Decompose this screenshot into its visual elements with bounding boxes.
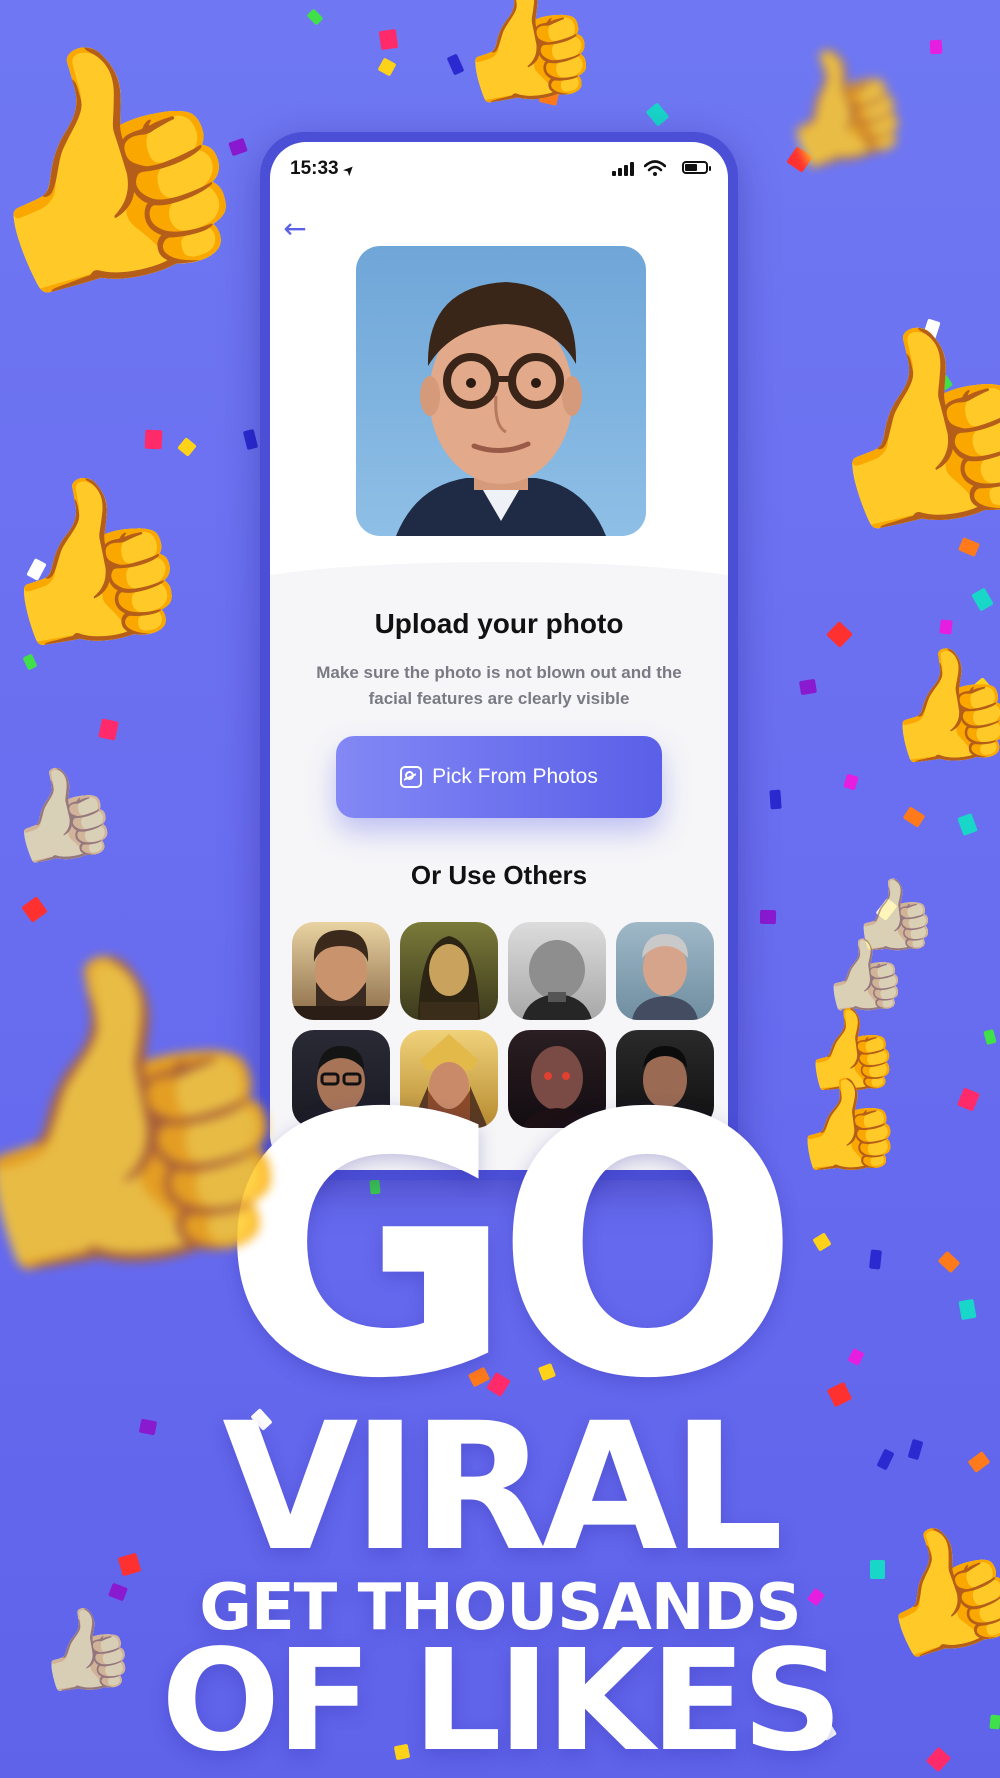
thumbs-up-icon: 👍: [437, 0, 613, 124]
promo-screen: 👍 👍 👍 👍 👍 👍 👍 👍 👍 👍 👍 👍 👍 15:33 ➤ ← Uplo…: [0, 0, 1000, 1778]
confetti-piece: [971, 587, 994, 612]
status-time: 15:33 ➤: [290, 158, 358, 179]
confetti-piece: [177, 437, 197, 457]
battery-icon: [682, 161, 711, 174]
confetti-piece: [799, 678, 817, 696]
phone-screen: 15:33 ➤ ← Upload your photo Make sure th…: [270, 142, 728, 1170]
confetti-piece: [769, 789, 782, 810]
face-mona-lisa[interactable]: [400, 922, 498, 1020]
confetti-piece: [957, 537, 981, 557]
headline-of-likes: OF LIKES: [161, 1620, 843, 1778]
thumbs-up-icon: 👍: [0, 0, 281, 336]
thumbs-up-icon: 👍: [752, 21, 925, 189]
confetti-piece: [826, 621, 853, 648]
confetti-piece: [377, 57, 397, 77]
thumbs-up-icon: 👍: [869, 630, 1000, 780]
upload-title: Upload your photo: [374, 608, 624, 639]
confetti-piece: [378, 28, 399, 51]
portrait-illustration: [396, 282, 606, 536]
pick-from-photos-button[interactable]: Pick From Photos: [336, 736, 662, 818]
confetti-piece: [957, 813, 978, 836]
phone-frame: 15:33 ➤ ← Upload your photo Make sure th…: [260, 132, 738, 1180]
confetti-piece: [306, 8, 324, 26]
confetti-piece: [21, 896, 48, 923]
confetti-piece: [98, 718, 119, 741]
headline-viral: VIRAL: [222, 1385, 784, 1590]
face-grey-hair-man[interactable]: [616, 922, 714, 1020]
confetti-piece: [929, 39, 943, 55]
status-bar: 15:33 ➤: [270, 142, 728, 186]
pick-button-label: Pick From Photos: [432, 765, 598, 788]
confetti-piece: [144, 429, 163, 450]
confetti-piece: [242, 428, 259, 451]
face-churchill[interactable]: [508, 922, 606, 1020]
wifi-icon: [644, 160, 666, 176]
confetti-piece: [983, 1028, 997, 1046]
confetti-piece: [902, 806, 926, 828]
thumbs-up-icon: 👍: [785, 287, 1000, 562]
thumbs-up-icon: 👍: [0, 750, 128, 880]
confetti-piece: [843, 773, 859, 791]
face-rugged-man[interactable]: [292, 922, 390, 1020]
back-button[interactable]: ←: [278, 212, 312, 246]
photo-icon: [400, 766, 423, 788]
status-icons: [612, 160, 711, 176]
upload-subtitle: Make sure the photo is not blown out and…: [316, 663, 682, 708]
confetti-piece: [759, 909, 777, 925]
confetti-piece: [645, 102, 670, 127]
selected-photo: [356, 246, 646, 536]
confetti-piece: [939, 619, 953, 635]
thumbs-up-icon: 👍: [0, 447, 207, 672]
back-arrow-icon: ←: [283, 212, 307, 245]
others-title: Or Use Others: [410, 860, 588, 890]
signal-icon: [612, 160, 634, 176]
location-icon: ➤: [340, 161, 358, 179]
